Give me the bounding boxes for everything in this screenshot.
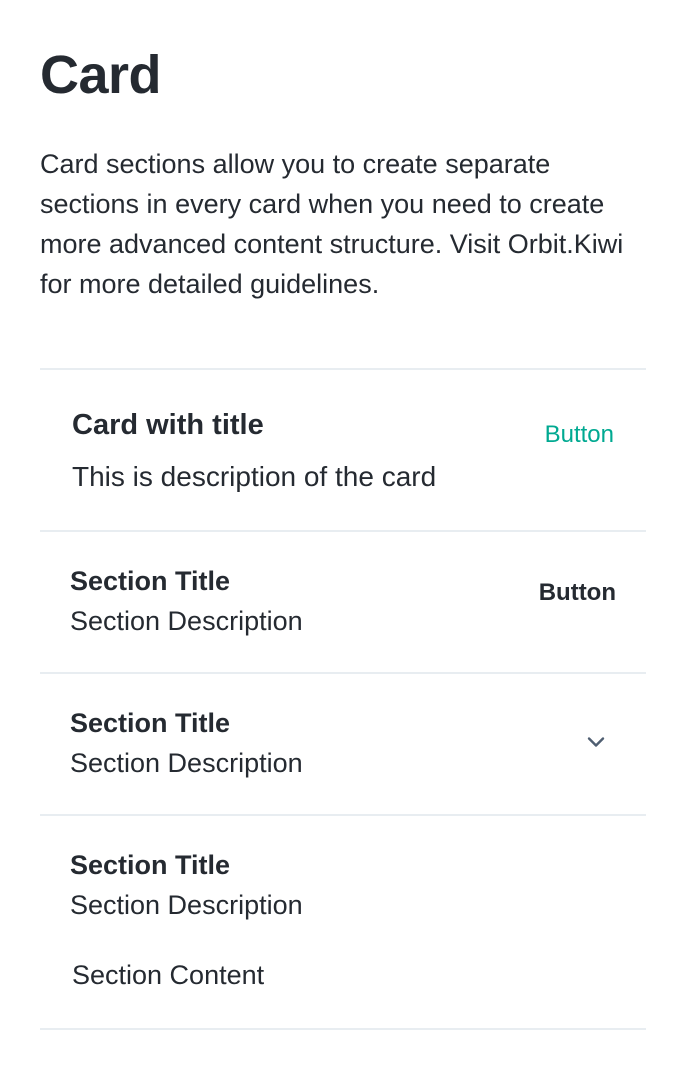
card-header: Card with title This is description of t…	[40, 368, 646, 530]
card-section-with-content: Section Title Section Description Sectio…	[40, 814, 646, 1028]
card-bottom-divider	[40, 1028, 646, 1030]
card-section-with-action: Section Title Section Description Button	[40, 530, 646, 672]
chevron-down-icon[interactable]	[584, 730, 608, 754]
card-header-button[interactable]: Button	[545, 418, 614, 452]
page-title: Card	[40, 45, 162, 105]
section-title: Section Title	[70, 850, 231, 880]
section-description: Section Description	[70, 748, 303, 778]
section-title: Section Title	[70, 566, 231, 596]
section-description: Section Description	[70, 606, 303, 636]
section-title: Section Title	[70, 708, 231, 738]
page-description: Card sections allow you to create separa…	[40, 149, 624, 299]
section-button[interactable]: Button	[539, 576, 616, 610]
section-description: Section Description	[70, 890, 303, 920]
card-header-description: This is description of the card	[72, 461, 437, 492]
card-section-expandable[interactable]: Section Title Section Description	[40, 672, 646, 814]
section-content: Section Content	[72, 960, 265, 990]
card-header-title: Card with title	[72, 409, 264, 441]
